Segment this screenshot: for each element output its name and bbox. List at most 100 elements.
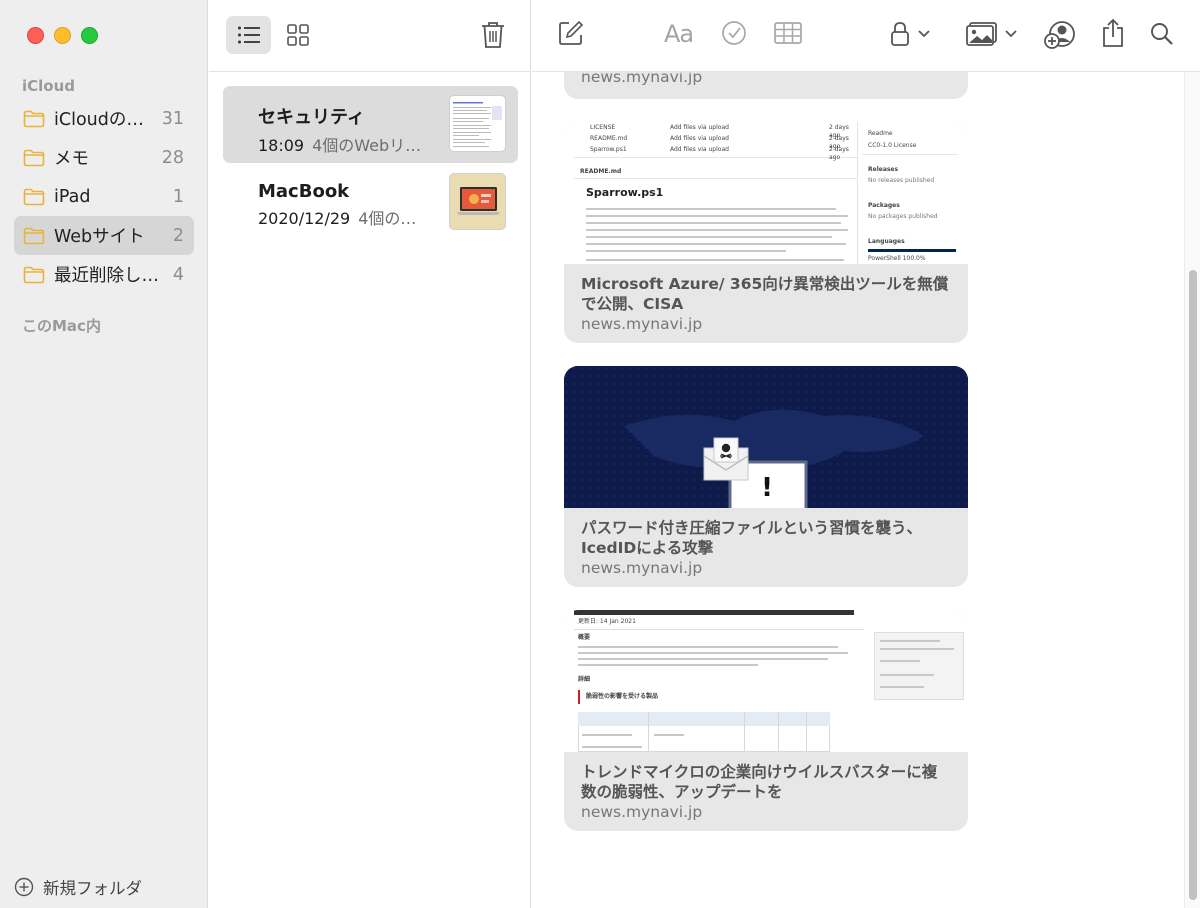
folder-count: 31 <box>161 108 184 129</box>
share-icon <box>1103 18 1123 47</box>
sidebar-text: No releases published <box>868 177 935 184</box>
share-collaborate-button[interactable] <box>1044 20 1076 50</box>
folder-count: 1 <box>172 186 184 207</box>
note-thumbnail <box>449 173 506 230</box>
editor-toolbar: Aa <box>532 0 1200 72</box>
svg-text:!: ! <box>761 473 773 503</box>
folder-name: iPad <box>54 186 91 207</box>
folder-icon <box>23 110 45 127</box>
link-card[interactable]: LICENSE README.md Sparrow.ps1 Add files … <box>564 122 968 343</box>
search-button[interactable] <box>1150 22 1174 46</box>
folder-item-websites[interactable]: Webサイト 2 <box>14 216 194 255</box>
commit-message: Add files via upload <box>670 146 729 153</box>
note-meta: 2020/12/29 4個の… <box>258 205 423 229</box>
format-icon: Aa <box>664 20 694 48</box>
list-icon <box>237 26 260 44</box>
search-icon <box>1151 23 1173 45</box>
folder-icon <box>23 227 45 244</box>
gallery-view-button[interactable] <box>279 16 317 54</box>
new-folder-label: 新規フォルダ <box>43 879 142 898</box>
card-title: パスワード付き圧縮ファイルという習慣を襲う、IcedIDによる攻撃 <box>581 519 923 557</box>
folder-name: メモ <box>54 149 89 169</box>
link-card[interactable]: 更新日: 14 Jan 2021 概要 詳細 脆弱性の影響を受ける製品 トレンド… <box>564 610 968 831</box>
note-preview: 4個の… <box>358 209 417 228</box>
folder-count: 2 <box>172 225 184 246</box>
note-editor: Aa news.mynavi.jp LICENSE README.md Spar… <box>532 0 1200 908</box>
folder-item-ipad[interactable]: iPad 1 <box>14 177 194 216</box>
vertical-scrollbar[interactable] <box>1184 72 1200 908</box>
folder-item-recently-deleted[interactable]: 最近削除し… 4 <box>14 255 194 294</box>
sidebar-heading: Releases <box>868 166 899 173</box>
note-meta: 18:09 4個のWebリ… <box>258 132 423 156</box>
zoom-window-button[interactable] <box>81 27 98 44</box>
link-card[interactable]: ! パスワード付き圧縮ファイルという習慣を襲う、IcedIDによる攻撃 news… <box>564 366 968 587</box>
commit-age: 2 days ago <box>829 146 849 161</box>
folder-name: iCloudの… <box>54 110 144 130</box>
section-header-mac: このMac内 <box>22 317 101 335</box>
folder-count: 28 <box>161 147 184 168</box>
readme-heading: Sparrow.ps1 <box>586 186 664 199</box>
file-name: LICENSE <box>590 124 616 131</box>
folder-item-memo[interactable]: メモ 28 <box>14 138 194 177</box>
folder-icon <box>23 188 45 205</box>
card-title: トレンドマイクロの企業向けウイルスバスターに複数の脆弱性、アップデートを <box>581 763 938 801</box>
minimize-window-button[interactable] <box>54 27 71 44</box>
section-heading: 脆弱性の影響を受ける製品 <box>586 693 659 700</box>
card-title: Microsoft Azure/ 365向け異常検出ツールを無償で公開、CISA <box>581 275 949 313</box>
note-item-macbook[interactable]: MacBook 2020/12/29 4個の… <box>223 164 518 241</box>
media-menu-button[interactable] <box>966 20 1020 48</box>
lock-icon <box>891 22 930 46</box>
folder-count: 4 <box>172 264 184 285</box>
close-window-button[interactable] <box>27 27 44 44</box>
folder-name: Webサイト <box>54 227 145 247</box>
window-controls <box>27 27 98 44</box>
add-person-icon <box>1044 21 1075 49</box>
sidebar-text: PowerShell 100.0% <box>868 255 926 262</box>
table-button[interactable] <box>774 22 802 44</box>
updated-date: 更新日: 14 Jan 2021 <box>578 618 636 625</box>
share-button[interactable] <box>1101 18 1125 48</box>
sidebar-text: No packages published <box>868 213 938 220</box>
commit-message: Add files via upload <box>670 135 729 142</box>
note-content: news.mynavi.jp LICENSE README.md Sparrow… <box>532 72 1182 908</box>
compose-button[interactable] <box>558 20 584 46</box>
card-preview-image: ! <box>564 366 968 508</box>
checkmark-circle-icon <box>722 21 746 45</box>
card-domain: news.mynavi.jp <box>581 803 703 821</box>
sidebar-link: CC0-1.0 License <box>868 142 917 149</box>
file-name: README.md <box>590 135 628 142</box>
sidebar-heading: Languages <box>868 238 905 245</box>
sidebar-heading: Packages <box>868 202 900 209</box>
card-domain: news.mynavi.jp <box>581 559 703 577</box>
new-folder-button[interactable]: 新規フォルダ <box>14 876 142 898</box>
note-preview: 4個のWebリ… <box>312 136 422 155</box>
note-time: 2020/12/29 <box>258 209 351 228</box>
lock-menu-button[interactable] <box>890 20 934 48</box>
link-card[interactable]: news.mynavi.jp <box>564 72 968 99</box>
email-warning-illustration: ! <box>564 366 968 508</box>
format-button[interactable]: Aa <box>664 20 694 48</box>
note-item-security[interactable]: セキュリティ 18:09 4個のWebリ… <box>223 86 518 163</box>
trash-icon <box>482 22 504 48</box>
scrollbar-thumb[interactable] <box>1189 270 1197 900</box>
list-view-button[interactable] <box>226 16 271 54</box>
compose-icon <box>559 20 584 45</box>
card-preview-image: 更新日: 14 Jan 2021 概要 詳細 脆弱性の影響を受ける製品 <box>564 610 968 752</box>
card-domain: news.mynavi.jp <box>581 72 703 86</box>
note-list: セキュリティ 18:09 4個のWebリ… MacBook 2020/12/29 4… <box>209 0 531 908</box>
file-name: Sparrow.ps1 <box>590 146 627 153</box>
folder-item-icloud[interactable]: iCloudの… 31 <box>14 99 194 138</box>
checklist-button[interactable] <box>721 20 747 46</box>
delete-note-button[interactable] <box>478 16 508 54</box>
card-preview-image: LICENSE README.md Sparrow.ps1 Add files … <box>564 122 968 264</box>
section-heading: 詳細 <box>578 676 591 683</box>
folder-icon <box>23 266 45 283</box>
readme-label: README.md <box>580 168 622 175</box>
card-domain: news.mynavi.jp <box>581 315 703 333</box>
photo-icon <box>966 22 1017 46</box>
folder-list: iCloudの… 31 メモ 28 iPad 1 Webサイト 2 最近削除し…… <box>14 99 194 294</box>
folder-name: 最近削除し… <box>54 266 159 286</box>
plus-circle-icon <box>14 877 34 897</box>
table-icon <box>774 22 802 44</box>
section-header-icloud: iCloud <box>22 77 76 95</box>
